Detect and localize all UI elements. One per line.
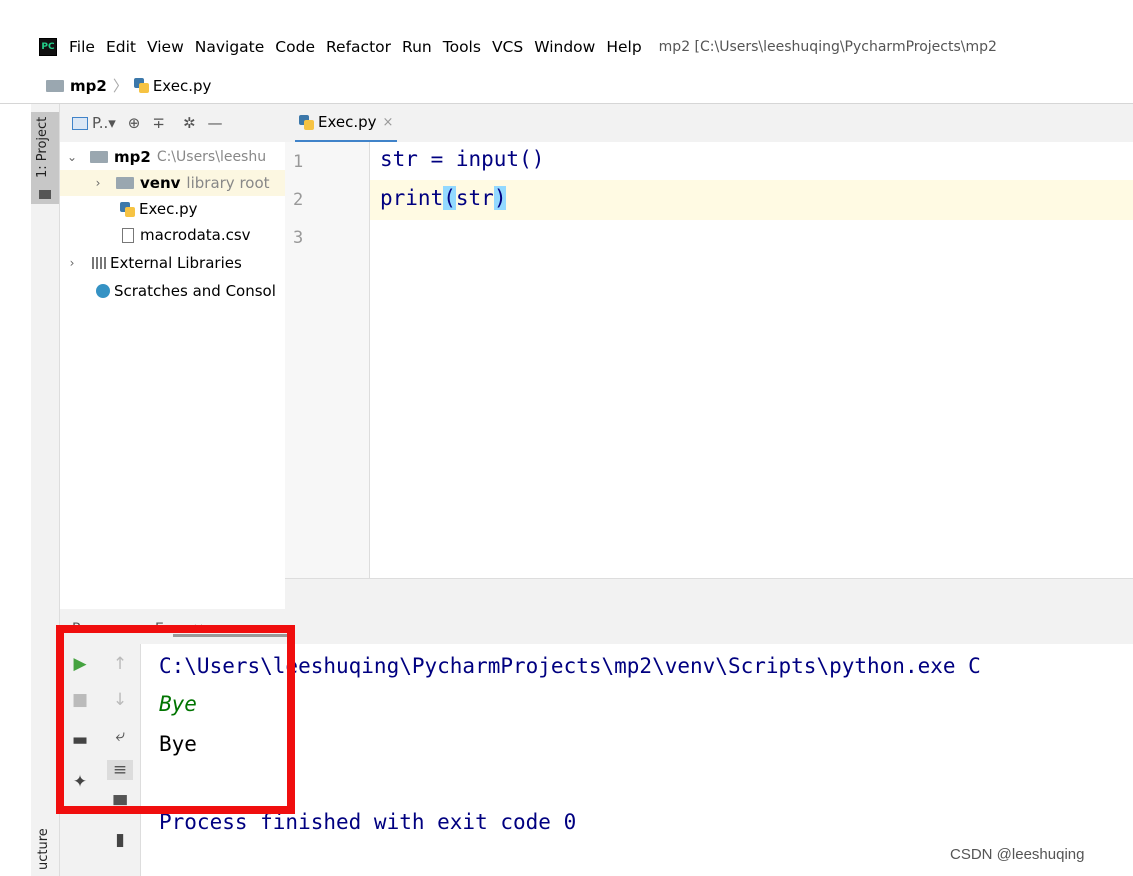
line-number: 2 xyxy=(293,190,304,210)
structure-tool-label[interactable]: ucture xyxy=(36,828,51,870)
tab-label: Exec.py xyxy=(318,113,377,131)
python-file-icon xyxy=(120,201,135,217)
project-tool-label: 1: Project xyxy=(35,116,50,178)
menu-run[interactable]: Run xyxy=(402,38,432,56)
editor-scrollbar-area[interactable] xyxy=(285,578,1133,610)
tree-label: mp2 xyxy=(114,148,151,166)
menu-refactor[interactable]: Refactor xyxy=(326,38,391,56)
chevron-right-icon[interactable]: › xyxy=(64,256,80,270)
trash-icon[interactable]: ▮ xyxy=(100,830,140,850)
breadcrumb-file[interactable]: Exec.py xyxy=(153,77,212,95)
project-tree: ⌄ mp2 C:\Users\leeshu › venv library roo… xyxy=(60,142,285,578)
paren-match-highlight: ( xyxy=(443,186,456,210)
code-editor[interactable]: str = input() print(str) xyxy=(370,142,1133,578)
menu-edit[interactable]: Edit xyxy=(106,38,136,56)
python-file-icon xyxy=(133,78,149,93)
python-file-icon xyxy=(299,114,314,130)
paren-match-highlight: ) xyxy=(493,186,507,210)
tree-item-exec[interactable]: Exec.py xyxy=(60,196,285,222)
line-number: 1 xyxy=(293,152,304,172)
annotation-highlight-box xyxy=(56,625,295,814)
tree-item-scratches[interactable]: Scratches and Consol xyxy=(60,278,285,304)
tree-path: C:\Users\leeshu xyxy=(156,149,267,165)
tree-label: venv xyxy=(140,174,181,192)
collapse-all-icon[interactable]: ∓ xyxy=(152,114,165,132)
hide-icon[interactable]: — xyxy=(208,114,223,132)
chevron-right-icon[interactable]: › xyxy=(90,176,106,190)
tree-item-venv[interactable]: › venv library root xyxy=(60,170,285,196)
menu-file[interactable]: File xyxy=(69,38,95,56)
watermark: CSDN @leeshuqing xyxy=(950,846,1085,863)
breadcrumb-separator: 〉 xyxy=(112,77,128,95)
tree-label: External Libraries xyxy=(110,254,242,272)
chevron-down-icon[interactable]: ⌄ xyxy=(64,150,80,164)
window-title: mp2 [C:\Users\leeshuqing\PycharmProjects… xyxy=(658,39,997,55)
editor-gutter: 1 2 3 xyxy=(285,142,370,578)
project-tool-button[interactable]: 1: Project xyxy=(31,112,59,204)
library-icon xyxy=(92,257,106,269)
folder-icon xyxy=(116,177,134,189)
project-view-selector[interactable]: P..▾ xyxy=(92,114,116,132)
code-token: str xyxy=(455,186,494,210)
breadcrumb: mp2 〉 Exec.py xyxy=(0,68,1133,104)
folder-icon xyxy=(39,190,51,199)
menu-help[interactable]: Help xyxy=(606,38,641,56)
menu-navigate[interactable]: Navigate xyxy=(195,38,265,56)
scratches-icon xyxy=(96,284,110,298)
project-view-icon xyxy=(72,116,88,130)
line-number: 3 xyxy=(293,228,304,248)
tree-label: Exec.py xyxy=(139,200,198,218)
tree-item-csv[interactable]: macrodata.csv xyxy=(60,222,285,248)
close-icon[interactable]: × xyxy=(383,115,394,130)
menu-view[interactable]: View xyxy=(147,38,184,56)
editor-tab-bar: Exec.py × xyxy=(285,104,1133,143)
code-line-2: print(str) xyxy=(380,186,507,210)
tab-exec-py[interactable]: Exec.py × xyxy=(295,104,398,143)
pycharm-logo-icon: PC xyxy=(39,38,57,56)
tree-label: Scratches and Consol xyxy=(114,282,276,300)
text-file-icon xyxy=(122,227,134,243)
menu-vcs[interactable]: VCS xyxy=(492,38,523,56)
code-line-1: str = input() xyxy=(380,147,545,171)
folder-icon xyxy=(46,79,64,92)
menu-bar: PC File Edit View Navigate Code Refactor… xyxy=(0,27,1133,67)
tree-item-external-libraries[interactable]: › External Libraries xyxy=(60,250,285,276)
tree-item-mp2[interactable]: ⌄ mp2 C:\Users\leeshu xyxy=(60,144,285,170)
locate-icon[interactable]: ⊕ xyxy=(128,114,141,132)
breadcrumb-project[interactable]: mp2 xyxy=(70,77,107,95)
menu-tools[interactable]: Tools xyxy=(443,38,481,56)
menu-window[interactable]: Window xyxy=(534,38,595,56)
tree-note: library root xyxy=(186,174,270,192)
project-toolbar: P..▾ ⊕ ∓ ✲ — xyxy=(60,104,285,143)
code-token: print xyxy=(380,186,444,210)
gear-icon[interactable]: ✲ xyxy=(183,114,196,132)
menu-code[interactable]: Code xyxy=(275,38,315,56)
folder-icon xyxy=(90,151,108,163)
tree-label: macrodata.csv xyxy=(140,226,251,244)
